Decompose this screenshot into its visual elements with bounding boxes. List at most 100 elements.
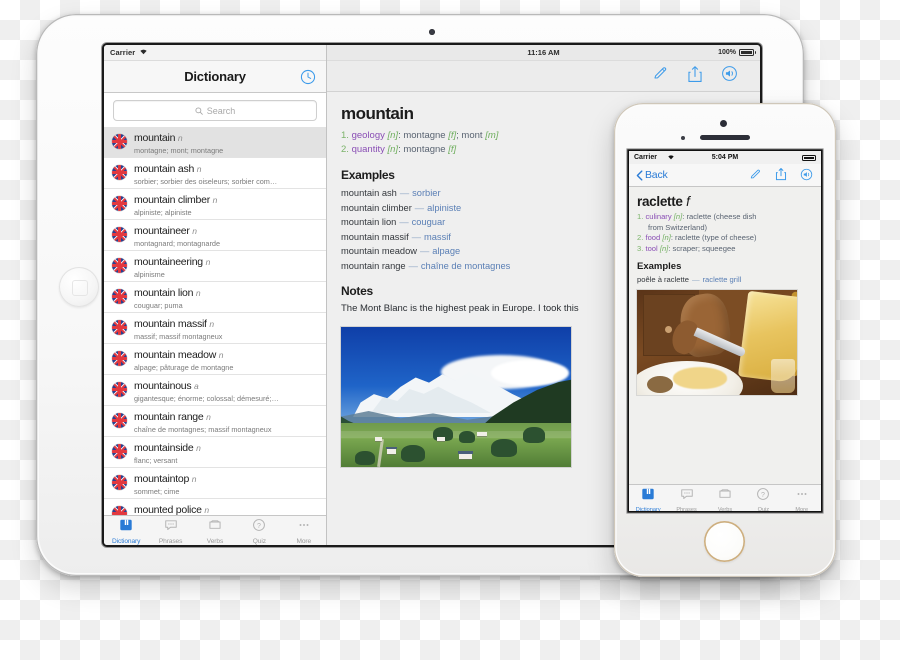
- word-pos: n: [177, 133, 183, 143]
- example-fr: raclette grill: [702, 275, 742, 284]
- clock-icon[interactable]: [300, 69, 316, 85]
- word-list[interactable]: mountain n montagne; mont; montagne mounta…: [104, 127, 326, 515]
- word-list-item[interactable]: mountain ash n sorbier; sorbier des oisel…: [104, 158, 326, 189]
- tab-label: More: [296, 538, 312, 545]
- iphone-home-button[interactable]: [704, 521, 745, 562]
- iphone-proximity-sensor: [681, 136, 685, 140]
- back-button[interactable]: Back: [636, 169, 668, 181]
- tab-verbs[interactable]: Verbs: [707, 487, 743, 511]
- definition-category: culinary: [645, 212, 672, 221]
- example-en: mountain massif: [341, 231, 409, 242]
- tab-phrases[interactable]: Phrases: [669, 487, 705, 511]
- tab-quiz[interactable]: ? Quiz: [745, 487, 781, 511]
- word-term: mountaineer n: [134, 225, 197, 237]
- ipad-master-panel: Carrier Dictionary Search mountain n mon…: [104, 45, 327, 545]
- example-fr: alpage: [432, 246, 461, 256]
- definition-number: 2.: [637, 233, 644, 242]
- example-line[interactable]: poêle à raclette — raclette grill: [637, 274, 821, 285]
- tab-dictionary[interactable]: Dictionary: [630, 487, 666, 511]
- word-list-item[interactable]: mountaineering n alpinisme: [104, 251, 326, 282]
- example-dash: —: [411, 231, 421, 242]
- share-button[interactable]: [775, 167, 787, 186]
- tab-more[interactable]: More: [784, 487, 820, 511]
- word-list-item[interactable]: mounted police npolice montée: [104, 499, 326, 515]
- word-list-item[interactable]: mountainous a gigantesque; énorme; coloss…: [104, 375, 326, 406]
- word-term: mountain meadow n: [134, 349, 224, 361]
- example-en: mountain ash: [341, 188, 397, 198]
- ipad-tab-bar[interactable]: Dictionary Phrases Verbs? Quiz More: [104, 515, 326, 545]
- word-term: mountaineering n: [134, 256, 211, 268]
- ipad-home-button[interactable]: [59, 267, 99, 307]
- definition-pos: [n]: [662, 233, 671, 242]
- word-list-item[interactable]: mountain massif n massif; massif montagne…: [104, 313, 326, 344]
- example-dash: —: [408, 260, 418, 271]
- pronounce-button[interactable]: [721, 65, 738, 87]
- mont-blanc-photo[interactable]: [341, 327, 571, 467]
- tab-dictionary[interactable]: Dictionary: [105, 518, 147, 545]
- uk-flag-icon: [112, 351, 127, 366]
- ipad-front-camera: [429, 29, 435, 35]
- definition-line: 1. culinary [n]: raclette (cheese dish: [637, 212, 821, 223]
- word-term: mountain climber n: [134, 194, 218, 206]
- search-icon: [195, 106, 203, 115]
- word-translations: montagne; mont; montagne: [134, 146, 224, 155]
- edit-button[interactable]: [749, 168, 762, 186]
- word-list-item[interactable]: mountain lion n couguar; puma: [104, 282, 326, 313]
- tab-label: Verbs: [717, 507, 733, 511]
- word-translations: alpage; pâturage de montagne: [134, 363, 234, 372]
- example-fr: chaîne de montagnes: [420, 260, 511, 271]
- word-list-item[interactable]: mountaineer n montagnard; montagnarde: [104, 220, 326, 251]
- battery-full-icon: [739, 48, 754, 56]
- definition-pos: [n]: [673, 212, 683, 221]
- word-pos: a: [194, 381, 199, 391]
- search-input[interactable]: Search: [113, 100, 317, 121]
- svg-text:?: ?: [761, 492, 765, 499]
- word-pos: n: [204, 505, 209, 515]
- tab-label: Dictionary: [635, 507, 661, 511]
- tab-label: Quiz: [757, 507, 770, 511]
- iphone-nav-bar: Back: [629, 164, 821, 187]
- ellipsis-icon: [297, 518, 311, 537]
- uk-flag-icon: [112, 196, 127, 211]
- status-time: 5:04 PM: [711, 154, 739, 161]
- card-icon: [718, 487, 732, 506]
- word-list-item[interactable]: mountain n montagne; mont; montagne: [104, 127, 326, 158]
- word-list-item[interactable]: mountaintop n sommet; cime: [104, 468, 326, 499]
- word-list-item[interactable]: mountain meadow n alpage; pâturage de mon…: [104, 344, 326, 375]
- ipad-status-bar-right: 11:16 AM 100%: [327, 45, 760, 61]
- definition-number: 2.: [341, 144, 349, 155]
- word-pos: n: [192, 226, 197, 236]
- ipad-toolbar: [327, 61, 760, 92]
- chevron-left-icon: [636, 169, 643, 181]
- tab-label: Dictionary: [112, 538, 141, 545]
- word-term: mountain n: [134, 132, 183, 144]
- tab-quiz[interactable]: ? Quiz: [238, 518, 280, 545]
- ellipsis-icon: [795, 487, 809, 506]
- pronounce-button[interactable]: [800, 168, 813, 186]
- raclette-photo[interactable]: [637, 290, 797, 395]
- tab-phrases[interactable]: Phrases: [150, 518, 192, 545]
- headword-gender: f: [686, 194, 690, 209]
- word-pos: n: [205, 257, 211, 267]
- tab-verbs[interactable]: Verbs: [194, 518, 236, 545]
- iphone-tab-bar[interactable]: Dictionary Phrases Verbs? Quiz More: [629, 484, 821, 511]
- share-button[interactable]: [687, 65, 703, 88]
- uk-flag-icon: [112, 320, 127, 335]
- word-list-item[interactable]: mountainside n flanc; versant: [104, 437, 326, 468]
- iphone-status-bar: Carrier 5:04 PM: [629, 151, 821, 164]
- word-list-item[interactable]: mountain climber n alpiniste; alpiniste: [104, 189, 326, 220]
- word-pos: n: [196, 164, 202, 174]
- example-en: mountain climber: [341, 202, 412, 213]
- word-term: mounted police n: [134, 504, 209, 515]
- edit-button[interactable]: [652, 65, 669, 87]
- tab-label: More: [795, 507, 809, 511]
- word-translations: flanc; versant: [134, 456, 178, 465]
- word-term: mountain lion n: [134, 287, 201, 299]
- book-icon: [119, 518, 133, 537]
- word-list-item[interactable]: mountain range n chaîne de montagnes; mas…: [104, 406, 326, 437]
- tab-more[interactable]: More: [283, 518, 325, 545]
- definition-category: quantity: [351, 144, 385, 155]
- definition-category: food: [645, 233, 661, 242]
- word-translations: massif; massif montagneux: [134, 332, 223, 341]
- battery-indicator: 100%: [718, 48, 754, 56]
